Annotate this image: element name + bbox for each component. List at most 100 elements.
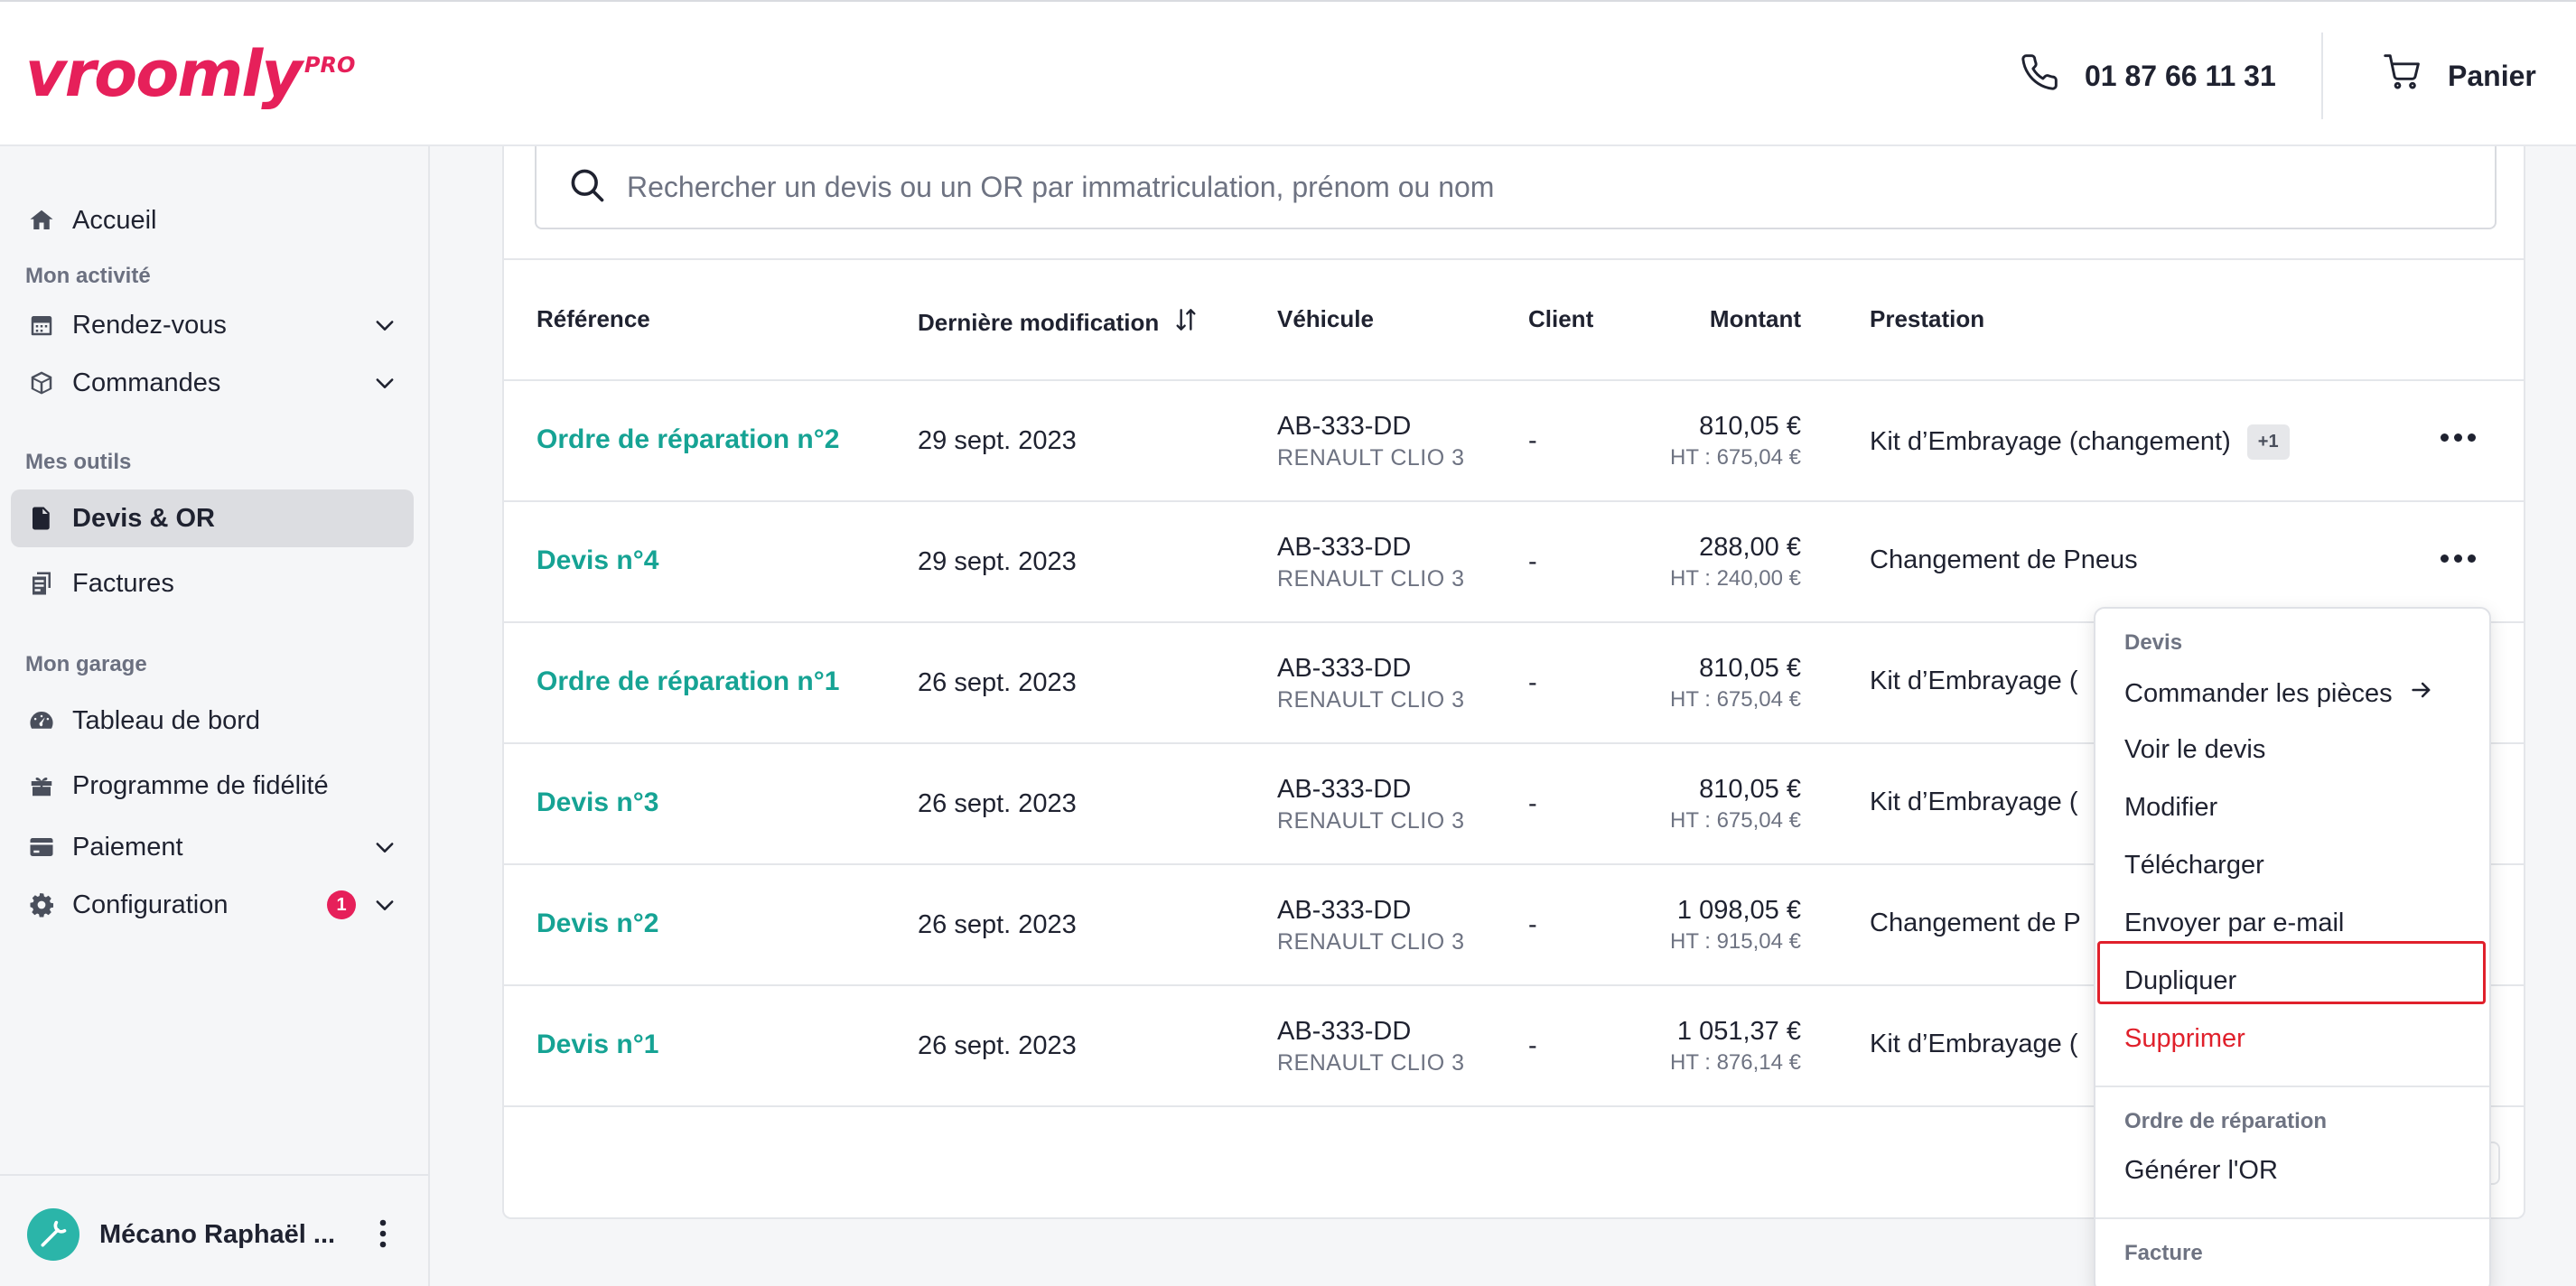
gear-icon bbox=[27, 890, 56, 919]
row-service-label: Kit d’Embrayage (changement) bbox=[1870, 427, 2231, 456]
row-client: - bbox=[1528, 668, 1537, 697]
table-row[interactable]: Devis n°4 29 sept. 2023 AB-333-DD RENAUL… bbox=[504, 502, 2524, 623]
menu-section-quote: Devis bbox=[2124, 630, 2183, 655]
row-plate: AB-333-DD bbox=[1277, 775, 1412, 804]
document-icon bbox=[27, 504, 56, 533]
sidebar-item-configuration[interactable]: Configuration 1 bbox=[11, 876, 414, 934]
row-date: 29 sept. 2023 bbox=[918, 426, 1077, 455]
row-amount-ht: HT : 915,04 € bbox=[1670, 929, 1801, 954]
row-plate: AB-333-DD bbox=[1277, 533, 1412, 562]
search-input[interactable] bbox=[627, 170, 2343, 204]
row-amount-ht: HT : 675,04 € bbox=[1670, 687, 1801, 712]
extra-services-badge[interactable]: +1 bbox=[2246, 424, 2290, 460]
column-header-last-modified[interactable]: Dernière modification bbox=[918, 305, 1200, 340]
user-profile[interactable]: Mécano Raphaël ... bbox=[27, 1208, 335, 1261]
sidebar-item-quotes[interactable]: Devis & OR bbox=[11, 489, 414, 547]
logo-suffix: PRO bbox=[303, 52, 356, 78]
vroomly-logo[interactable]: vroomly PRO bbox=[25, 38, 355, 110]
chevron-down-icon[interactable] bbox=[372, 834, 397, 867]
row-model: RENAULT CLIO 3 bbox=[1277, 687, 1465, 713]
table-row[interactable]: Ordre de réparation n°2 29 sept. 2023 AB… bbox=[504, 381, 2524, 502]
row-vehicle: AB-333-DD RENAULT CLIO 3 bbox=[1277, 1017, 1465, 1076]
row-reference-link[interactable]: Devis n°1 bbox=[537, 1030, 658, 1060]
row-reference-link[interactable]: Ordre de réparation n°1 bbox=[537, 666, 839, 697]
logo-text: vroomly bbox=[25, 37, 303, 111]
sidebar-item-dashboard[interactable]: Tableau de bord bbox=[11, 692, 414, 750]
menu-item-edit[interactable]: Modifier bbox=[2124, 793, 2217, 823]
column-header-vehicle: Véhicule bbox=[1277, 305, 1374, 332]
row-service: Kit d’Embrayage ( bbox=[1870, 1030, 2078, 1059]
home-icon bbox=[27, 206, 56, 235]
sidebar-item-label: Configuration bbox=[72, 890, 229, 919]
row-actions-menu: Devis Commander les pièces Voir le devis… bbox=[2094, 607, 2491, 1286]
menu-item-delete[interactable]: Supprimer bbox=[2124, 1024, 2245, 1054]
row-reference-link[interactable]: Devis n°4 bbox=[537, 545, 658, 576]
box-icon bbox=[27, 368, 56, 397]
chevron-down-icon[interactable] bbox=[372, 312, 397, 345]
search-bar[interactable] bbox=[535, 146, 2497, 229]
arrow-right-icon bbox=[2409, 677, 2434, 710]
section-label-activity: Mon activité bbox=[25, 264, 151, 288]
sidebar-item-label: Programme de fidélité bbox=[72, 770, 329, 800]
row-client: - bbox=[1528, 1031, 1537, 1060]
row-plate: AB-333-DD bbox=[1277, 896, 1412, 925]
row-amount-ttc: 288,00 € bbox=[1699, 533, 1801, 562]
search-icon bbox=[567, 165, 607, 210]
sidebar-item-appointments[interactable]: Rendez-vous bbox=[11, 296, 414, 354]
menu-item-duplicate[interactable]: Dupliquer bbox=[2124, 966, 2236, 996]
menu-item-generate-or[interactable]: Générer l'OR bbox=[2124, 1156, 2278, 1186]
section-label-garage: Mon garage bbox=[25, 652, 147, 676]
row-service-label: Kit d’Embrayage ( bbox=[1870, 787, 2078, 816]
user-name: Mécano Raphaël ... bbox=[99, 1219, 336, 1249]
sidebar-divider bbox=[0, 1174, 430, 1176]
row-vehicle: AB-333-DD RENAULT CLIO 3 bbox=[1277, 533, 1465, 592]
row-amount-ttc: 1 098,05 € bbox=[1676, 896, 1801, 925]
user-menu-icon[interactable] bbox=[372, 1217, 394, 1254]
avatar bbox=[27, 1208, 79, 1261]
row-model: RENAULT CLIO 3 bbox=[1277, 566, 1465, 592]
row-reference-link[interactable]: Devis n°3 bbox=[537, 787, 658, 818]
menu-item-view-quote[interactable]: Voir le devis bbox=[2124, 735, 2265, 765]
sidebar-item-label: Commandes bbox=[72, 368, 221, 397]
sidebar: Accueil Mon activité Rendez-vous Command… bbox=[0, 146, 430, 1286]
phone-number: 01 87 66 11 31 bbox=[2085, 59, 2276, 92]
column-header-label: Dernière modification bbox=[918, 309, 1160, 336]
row-actions-icon[interactable] bbox=[2441, 433, 2476, 442]
row-service-label: Changement de P bbox=[1870, 909, 2081, 937]
row-model: RENAULT CLIO 3 bbox=[1277, 445, 1465, 471]
phone-link[interactable]: 01 87 66 11 31 bbox=[2020, 52, 2276, 99]
row-date: 26 sept. 2023 bbox=[918, 789, 1077, 818]
chevron-down-icon[interactable] bbox=[372, 370, 397, 403]
sidebar-item-orders[interactable]: Commandes bbox=[11, 354, 414, 412]
chevron-down-icon[interactable] bbox=[372, 892, 397, 925]
row-service: Kit d’Embrayage ( bbox=[1870, 666, 2078, 696]
row-client: - bbox=[1528, 789, 1537, 818]
row-amount: 1 098,05 € HT : 915,04 € bbox=[1670, 896, 1801, 955]
sort-icon[interactable] bbox=[1171, 305, 1200, 340]
gauge-icon bbox=[27, 706, 56, 735]
menu-section-invoice: Facture bbox=[2124, 1241, 2203, 1265]
row-reference-link[interactable]: Devis n°2 bbox=[537, 909, 658, 939]
menu-item-order-parts[interactable]: Commander les pièces bbox=[2124, 677, 2434, 710]
row-model: RENAULT CLIO 3 bbox=[1277, 808, 1465, 834]
menu-item-send-email[interactable]: Envoyer par e-mail bbox=[2124, 909, 2344, 938]
row-service: Kit d’Embrayage ( bbox=[1870, 787, 2078, 817]
row-date: 26 sept. 2023 bbox=[918, 1031, 1077, 1060]
row-amount: 810,05 € HT : 675,04 € bbox=[1670, 412, 1801, 471]
row-plate: AB-333-DD bbox=[1277, 412, 1412, 441]
sidebar-item-label: Paiement bbox=[72, 832, 183, 862]
row-date: 26 sept. 2023 bbox=[918, 910, 1077, 939]
row-amount-ttc: 1 051,37 € bbox=[1676, 1017, 1801, 1046]
cart-button[interactable]: Panier bbox=[2383, 52, 2536, 99]
sidebar-item-home[interactable]: Accueil bbox=[11, 191, 414, 249]
menu-item-download[interactable]: Télécharger bbox=[2124, 851, 2264, 881]
section-label-tools: Mes outils bbox=[25, 450, 132, 474]
row-reference-link[interactable]: Ordre de réparation n°2 bbox=[537, 424, 839, 455]
row-date: 29 sept. 2023 bbox=[918, 547, 1077, 576]
row-vehicle: AB-333-DD RENAULT CLIO 3 bbox=[1277, 654, 1465, 713]
sidebar-item-invoices[interactable]: Factures bbox=[11, 554, 414, 612]
sidebar-item-label: Tableau de bord bbox=[72, 705, 260, 735]
row-actions-icon[interactable] bbox=[2441, 554, 2476, 563]
sidebar-item-payment[interactable]: Paiement bbox=[11, 818, 414, 876]
sidebar-item-loyalty[interactable]: Programme de fidélité bbox=[11, 757, 414, 815]
